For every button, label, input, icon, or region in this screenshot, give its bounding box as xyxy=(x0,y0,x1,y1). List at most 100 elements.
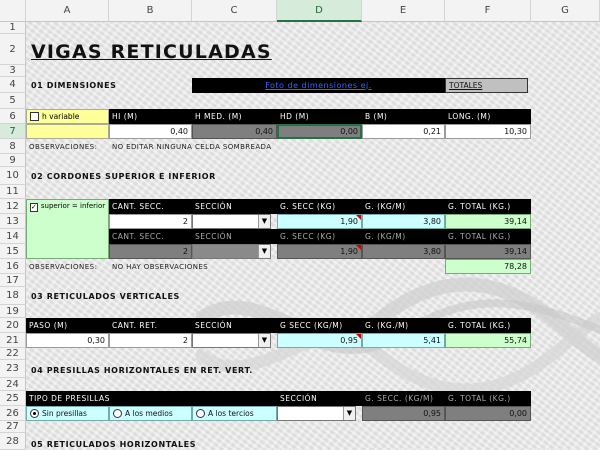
photo-link[interactable]: Foto de dimensiones ej. xyxy=(265,81,372,90)
value-b[interactable]: 0,21 xyxy=(362,124,445,139)
row-header[interactable]: 11 xyxy=(0,185,26,199)
row-header[interactable]: 7 xyxy=(0,124,26,139)
page-title: VIGAS RETICULADAS xyxy=(31,40,272,63)
chevron-down-icon: ▼ xyxy=(258,245,270,258)
header-seccion-pres: SECCIÓN xyxy=(277,391,362,406)
value-cant-secc-sup[interactable]: 2 xyxy=(109,214,192,229)
h-variable-checkbox[interactable]: h variable xyxy=(26,109,109,124)
header-seccion-vert: SECCIÓN xyxy=(192,318,277,333)
header-b: B (M) xyxy=(362,109,445,124)
superior-inferior-checkbox[interactable]: ✓ superior = inferior xyxy=(26,199,109,259)
header-g-total-pres: G. TOTAL (KG.) xyxy=(445,391,531,406)
header-seccion-inf: SECCIÓN xyxy=(192,229,277,244)
row-header[interactable]: 21 xyxy=(0,333,26,348)
column-header-e[interactable]: E xyxy=(362,0,445,22)
header-g-secc-pres: G. SECC. (KG/M) xyxy=(362,391,445,406)
row-header[interactable]: 22 xyxy=(0,348,26,360)
obs-label-cordones: OBSERVACIONES: xyxy=(29,262,98,271)
header-g-secc-inf: G. SECC (KG) xyxy=(277,229,362,244)
row-header[interactable]: 13 xyxy=(0,214,26,229)
radio-label: A los tercios xyxy=(208,408,254,418)
row-header[interactable]: 3 xyxy=(0,65,26,77)
radio-unselected-icon xyxy=(196,409,205,418)
radio-a-los-medios[interactable]: A los medios xyxy=(109,406,192,421)
value-long[interactable]: 10,30 xyxy=(445,124,531,139)
row-header[interactable]: 5 xyxy=(0,93,26,109)
seccion-dropdown-pres[interactable]: ▼ xyxy=(277,406,356,421)
radio-label: A los medios xyxy=(125,408,173,418)
chevron-down-icon: ▼ xyxy=(343,407,355,420)
row-header[interactable]: 17 xyxy=(0,274,26,287)
row-header[interactable]: 27 xyxy=(0,421,26,433)
column-header-f[interactable]: F xyxy=(445,0,531,22)
value-g-total-vert: 55,74 xyxy=(445,333,531,348)
value-g-m-inf: 3,80 xyxy=(362,244,445,259)
row-header[interactable]: 12 xyxy=(0,199,26,214)
value-g-total-pres: 0,00 xyxy=(445,406,531,421)
checkbox-checked-icon: ✓ xyxy=(30,203,38,212)
header-g-total-sup: G. TOTAL (KG.) xyxy=(445,199,531,214)
row-header[interactable]: 2 xyxy=(0,34,26,65)
value-cant-ret[interactable]: 2 xyxy=(109,333,192,348)
value-g-secc-pres: 0,95 xyxy=(362,406,445,421)
radio-selected-icon xyxy=(30,409,39,418)
seccion-dropdown-sup[interactable]: ▼ xyxy=(192,214,271,229)
row-header[interactable]: 25 xyxy=(0,391,26,406)
header-g-m-sup: G. (KG/M) xyxy=(362,199,445,214)
row-header[interactable]: 24 xyxy=(0,378,26,391)
value-hd[interactable]: 0,00 xyxy=(277,124,362,139)
select-all-corner[interactable] xyxy=(0,0,26,22)
value-paso[interactable]: 0,30 xyxy=(26,333,109,348)
row-header[interactable]: 20 xyxy=(0,318,26,333)
column-header-b[interactable]: B xyxy=(109,0,192,22)
row-header[interactable]: 4 xyxy=(0,77,26,93)
row-header[interactable]: 23 xyxy=(0,360,26,378)
row-header[interactable]: 1 xyxy=(0,22,26,34)
seccion-dropdown-inf[interactable]: ▼ xyxy=(192,244,271,259)
header-seccion-sup: SECCIÓN xyxy=(192,199,277,214)
header-g-total-vert: G. TOTAL (KG.) xyxy=(445,318,531,333)
section-heading-cordones: 02 CORDONES SUPERIOR E INFERIOR xyxy=(31,172,216,181)
row-header[interactable]: 8 xyxy=(0,139,26,154)
row-header[interactable]: 9 xyxy=(0,154,26,167)
value-hi[interactable]: 0,40 xyxy=(109,124,192,139)
column-header-c[interactable]: C xyxy=(192,0,277,22)
value-g-secc-inf: 1,90 xyxy=(277,244,362,259)
column-header-a[interactable]: A xyxy=(26,0,109,22)
checkbox-icon xyxy=(30,112,39,121)
header-g-total-inf: G. TOTAL (KG.) xyxy=(445,229,531,244)
photo-link-bar: Foto de dimensiones ej. xyxy=(192,78,445,93)
row-header[interactable]: 15 xyxy=(0,244,26,259)
column-header-g[interactable]: G xyxy=(531,0,600,22)
row-header[interactable]: 6 xyxy=(0,109,26,124)
row-header[interactable]: 28 xyxy=(0,433,26,450)
header-hi: HI (M) xyxy=(109,109,192,124)
value-cant-secc-inf: 2 xyxy=(109,244,192,259)
section-heading-dimensiones: 01 DIMENSIONES xyxy=(31,81,117,90)
column-header-d[interactable]: D xyxy=(277,0,362,22)
value-h-med[interactable]: 0,40 xyxy=(192,124,277,139)
radio-a-los-tercios[interactable]: A los tercios xyxy=(192,406,277,421)
header-g-secc-sup: G. SECC (KG) xyxy=(277,199,362,214)
totales-label: TOTALES xyxy=(445,78,528,93)
h-variable-cell-a7[interactable] xyxy=(26,124,109,139)
superior-inferior-label: superior = inferior xyxy=(40,202,106,210)
obs-label-dimensiones: OBSERVACIONES: xyxy=(29,142,98,151)
row-header[interactable]: 10 xyxy=(0,167,26,185)
radio-sin-presillas[interactable]: Sin presillas xyxy=(26,406,109,421)
header-g-m-inf: G. (KG/M) xyxy=(362,229,445,244)
value-g-secc-sup: 1,90 xyxy=(277,214,362,229)
header-tipo-presillas: TIPO DE PRESILLAS xyxy=(26,391,277,406)
spreadsheet-grid[interactable]: VIGAS RETICULADAS 01 DIMENSIONES Foto de… xyxy=(26,22,600,450)
value-g-total-sup: 39,14 xyxy=(445,214,531,229)
row-header[interactable]: 19 xyxy=(0,305,26,318)
value-g-total-inf: 39,14 xyxy=(445,244,531,259)
row-header[interactable]: 18 xyxy=(0,287,26,305)
row-header[interactable]: 16 xyxy=(0,259,26,274)
row-header[interactable]: 14 xyxy=(0,229,26,244)
section-heading-verticales: 03 RETICULADOS VERTICALES xyxy=(31,292,180,301)
row-header[interactable]: 26 xyxy=(0,406,26,421)
section-heading-horizontales: 05 RETICULADOS HORIZONTALES xyxy=(31,440,197,449)
seccion-dropdown-vert[interactable]: ▼ xyxy=(192,333,271,348)
value-g-m-vert: 5,41 xyxy=(362,333,445,348)
